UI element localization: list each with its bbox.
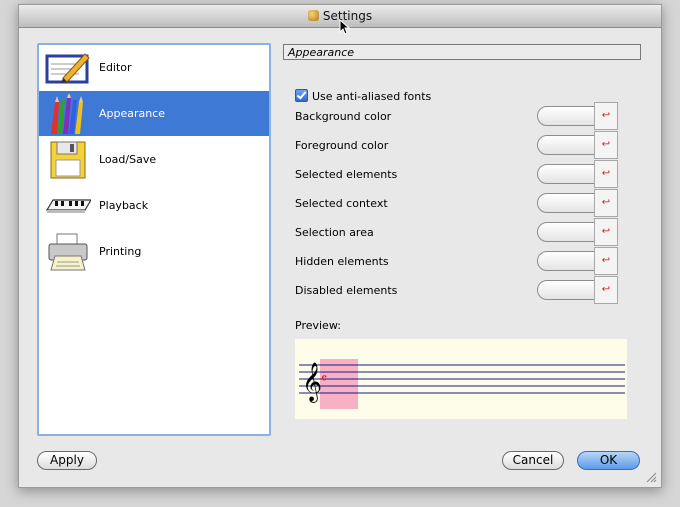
ok-button[interactable]: OK — [577, 451, 640, 470]
color-well[interactable] — [537, 280, 595, 300]
undo-arrow-icon: ↩ — [601, 168, 611, 179]
reset-color-button[interactable]: ↩ — [594, 131, 618, 159]
note-head-icon: 𝄴 — [321, 371, 327, 387]
color-well[interactable] — [537, 135, 595, 155]
color-well[interactable] — [537, 193, 595, 213]
reset-color-button[interactable]: ↩ — [594, 276, 618, 304]
undo-arrow-icon: ↩ — [601, 284, 611, 295]
sidebar-item-label: Printing — [99, 245, 142, 258]
colored-pencils-icon — [51, 94, 83, 134]
reset-color-button[interactable]: ↩ — [594, 102, 618, 130]
color-row-hidden-elements: Hidden elements ↩ — [295, 247, 625, 275]
sidebar-item-label: Appearance — [99, 107, 166, 120]
undo-arrow-icon: ↩ — [601, 139, 611, 150]
color-row-label: Selected context — [295, 197, 388, 210]
editor-pencil-icon — [45, 53, 90, 84]
color-well[interactable] — [537, 164, 595, 184]
color-row-label: Background color — [295, 110, 392, 123]
app-icon — [307, 10, 319, 21]
sidebar-item-playback[interactable]: Playback — [39, 183, 269, 228]
reset-color-button[interactable]: ↩ — [594, 247, 618, 275]
color-row-label: Hidden elements — [295, 255, 389, 268]
antialias-label: Use anti-aliased fonts — [312, 90, 432, 103]
color-row-background: Background color ↩ — [295, 102, 625, 130]
floppy-disk-icon — [50, 141, 86, 179]
antialias-checkbox[interactable] — [295, 89, 308, 102]
resize-grip-icon[interactable] — [645, 471, 657, 483]
undo-arrow-icon: ↩ — [601, 110, 611, 121]
color-row-label: Selection area — [295, 226, 374, 239]
sidebar-item-printing[interactable]: Printing — [39, 229, 269, 274]
sidebar-item-load-save[interactable]: Load/Save — [39, 137, 269, 182]
color-row-selection-area: Selection area ↩ — [295, 218, 625, 246]
apply-button[interactable]: Apply — [37, 451, 97, 470]
undo-arrow-icon: ↩ — [601, 197, 611, 208]
color-row-foreground: Foreground color ↩ — [295, 131, 625, 159]
keyboard-icon — [45, 199, 91, 213]
color-well[interactable] — [537, 222, 595, 242]
color-row-label: Disabled elements — [295, 284, 398, 297]
reset-color-button[interactable]: ↩ — [594, 189, 618, 217]
color-well[interactable] — [537, 106, 595, 126]
undo-arrow-icon: ↩ — [601, 255, 611, 266]
color-row-disabled-elements: Disabled elements ↩ — [295, 276, 625, 304]
sidebar-item-label: Load/Save — [99, 153, 157, 166]
printer-icon — [48, 233, 88, 271]
sidebar-item-appearance[interactable]: Appearance — [39, 91, 269, 136]
sidebar-item-label: Playback — [99, 199, 149, 212]
color-well[interactable] — [537, 251, 595, 271]
reset-color-button[interactable]: ↩ — [594, 218, 618, 246]
color-row-selected-context: Selected context ↩ — [295, 189, 625, 217]
music-staff-preview: 𝄞 𝄴 — [299, 359, 625, 409]
panel-title: Appearance — [283, 44, 641, 60]
antialias-checkbox-row[interactable]: Use anti-aliased fonts — [295, 89, 431, 103]
sidebar-item-label: Editor — [99, 61, 132, 74]
preview-area: 𝄞 𝄴 — [295, 339, 627, 419]
reset-color-button[interactable]: ↩ — [594, 160, 618, 188]
color-row-label: Selected elements — [295, 168, 398, 181]
color-row-selected-elements: Selected elements ↩ — [295, 160, 625, 188]
category-list[interactable]: Editor Appearance Load/Save Playback Pri… — [37, 43, 271, 436]
mouse-pointer-icon — [339, 19, 351, 35]
preview-label: Preview: — [295, 319, 341, 332]
sidebar-item-editor[interactable]: Editor — [39, 45, 269, 90]
treble-clef-icon: 𝄞 — [302, 362, 322, 403]
undo-arrow-icon: ↩ — [601, 226, 611, 237]
settings-window: Settings Editor Appearance Load/Save Pla… — [18, 4, 662, 488]
color-row-label: Foreground color — [295, 139, 389, 152]
cancel-button[interactable]: Cancel — [502, 451, 564, 470]
